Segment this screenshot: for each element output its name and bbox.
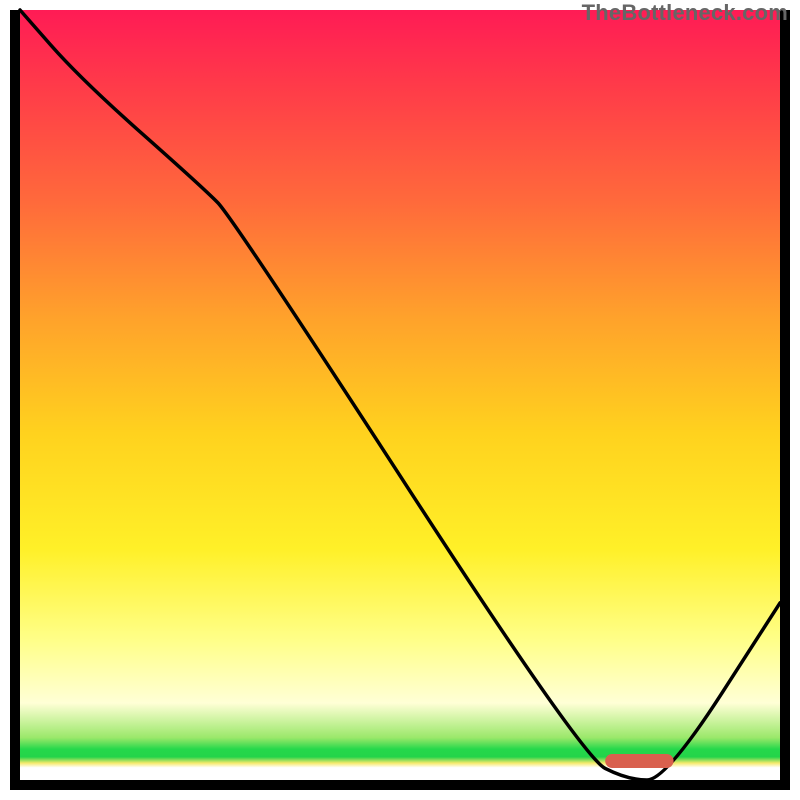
frame-right [780, 10, 790, 790]
watermark-text: TheBottleneck.com [582, 0, 788, 26]
chart-stage: TheBottleneck.com [0, 0, 800, 800]
marker-layer [20, 10, 780, 780]
optimal-range-marker [605, 754, 673, 768]
frame-bottom [10, 780, 790, 790]
frame-left [10, 10, 20, 790]
